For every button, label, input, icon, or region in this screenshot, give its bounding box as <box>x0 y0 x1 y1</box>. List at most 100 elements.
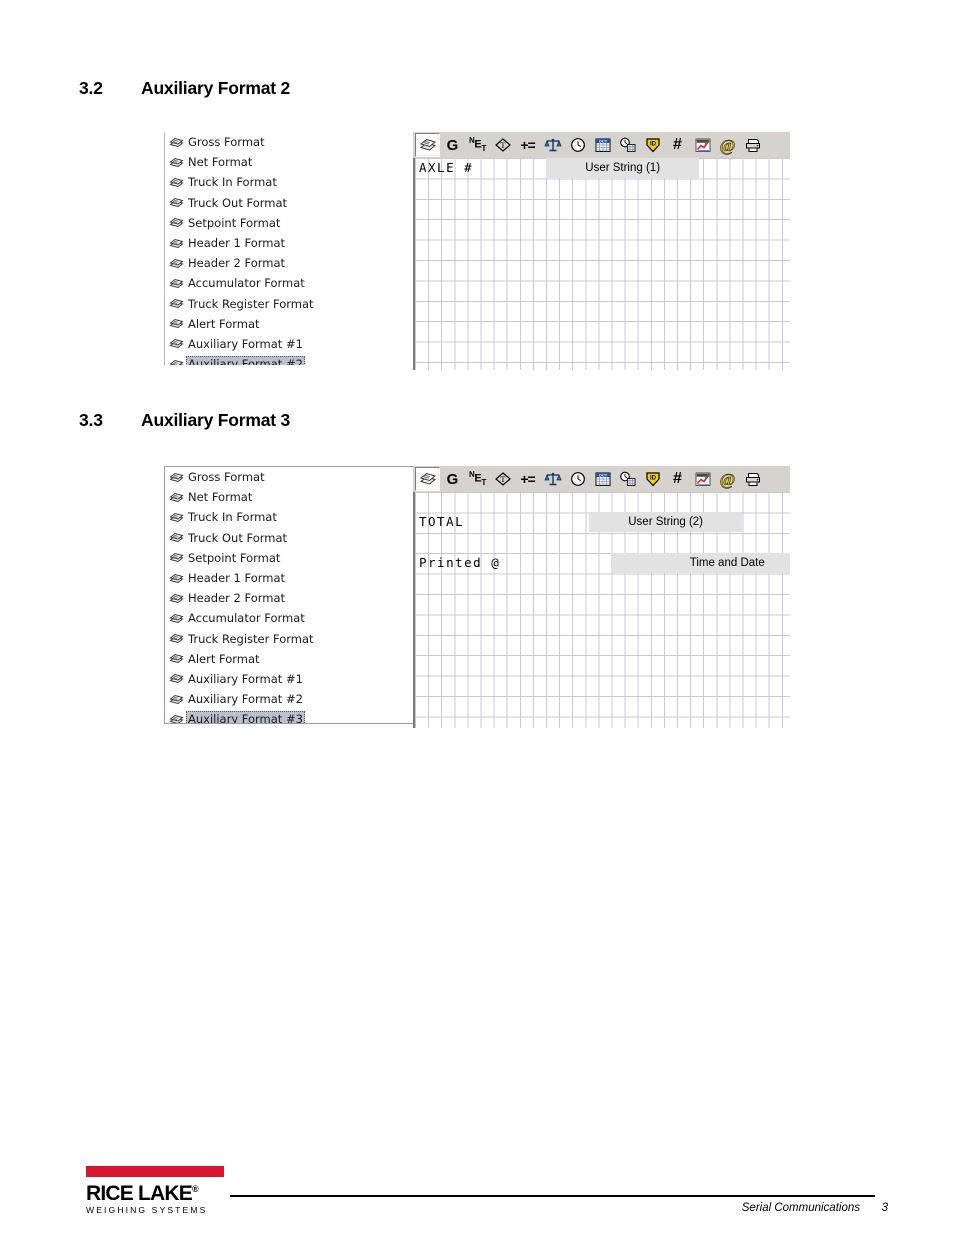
logo-brand-text: RICE LAKE <box>86 1182 193 1205</box>
format-pages-icon <box>169 196 184 209</box>
format-tree-item-label: Truck Out Format <box>188 530 288 545</box>
format-pages-icon <box>169 216 184 229</box>
date-icon[interactable]: OCT <box>590 133 615 157</box>
format-tree-item-label: Truck In Format <box>188 510 277 525</box>
print-icon[interactable] <box>740 467 765 491</box>
format-tree-item[interactable]: Alert Format <box>165 649 416 669</box>
net-weight-icon[interactable]: NET <box>465 133 490 157</box>
section-number: 3.2 <box>79 78 103 98</box>
format-tree-item-label: Accumulator Format <box>188 276 305 291</box>
format-tree-item[interactable]: Truck Out Format <box>165 528 416 548</box>
format-tree-item[interactable]: Header 2 Format <box>165 253 319 273</box>
chart-icon[interactable] <box>690 467 715 491</box>
format-tree-item[interactable]: Auxiliary Format #1 <box>165 334 319 354</box>
format-tree-item[interactable]: Truck In Format <box>165 507 416 527</box>
format-tree-item[interactable]: Auxiliary Format #3 <box>165 709 416 723</box>
pages-icon[interactable] <box>415 467 440 491</box>
scale-icon[interactable] <box>540 133 565 157</box>
format-tree-item[interactable]: Accumulator Format <box>165 608 416 628</box>
time-icon[interactable] <box>565 133 590 157</box>
section-number: 3.3 <box>79 410 103 430</box>
screenshot-auxiliary-format-2: Gross Format Net Format Truck In Format Tru… <box>164 132 790 370</box>
format-tree-item[interactable]: Setpoint Format <box>165 548 416 568</box>
consecutive-number-icon[interactable]: # <box>665 133 690 157</box>
print-icon[interactable] <box>740 133 765 157</box>
pages-icon[interactable] <box>415 133 440 157</box>
format-fixed-text[interactable]: Printed @ <box>415 553 500 573</box>
format-tree-item[interactable]: Auxiliary Format #2 <box>165 689 416 709</box>
gross-weight-icon[interactable]: G <box>440 467 465 491</box>
format-tree-item-label: Auxiliary Format #1 <box>188 671 303 686</box>
consecutive-number-icon[interactable]: # <box>665 467 690 491</box>
accumulate-icon[interactable]: += <box>515 133 540 157</box>
format-pages-icon <box>169 572 184 585</box>
format-tree-item[interactable]: Gross Format <box>165 132 319 152</box>
time-icon[interactable] <box>565 467 590 491</box>
id-badge-icon[interactable]: ID <box>640 133 665 157</box>
format-editor-toolbar-aux2[interactable]: G NET T += OCT ID # @ <box>413 132 790 158</box>
format-tree-item[interactable]: Truck In Format <box>165 172 319 192</box>
format-tree-item[interactable]: Header 2 Format <box>165 588 416 608</box>
format-fixed-text[interactable]: TOTAL <box>415 512 464 532</box>
page-footer: RICE LAKE® WEIGHING SYSTEMS Serial Commu… <box>0 1150 954 1220</box>
format-pages-icon <box>169 672 184 685</box>
format-tree-item[interactable]: Auxiliary Format #1 <box>165 669 416 689</box>
format-field-token[interactable]: User String (2) <box>589 512 743 533</box>
format-tree-item[interactable]: Net Format <box>165 152 319 172</box>
format-pages-icon <box>169 156 184 169</box>
format-tree-item-label: Gross Format <box>188 470 265 485</box>
id-badge-icon[interactable]: ID <box>640 467 665 491</box>
format-pages-icon <box>169 471 184 484</box>
user-string-icon[interactable]: @ <box>715 467 740 491</box>
time-and-date-icon[interactable] <box>615 133 640 157</box>
format-grid-row[interactable]: TOTAL User String (2) <box>415 512 743 533</box>
format-tree-item[interactable]: Setpoint Format <box>165 213 319 233</box>
format-grid-row[interactable]: Printed @ Time and Date <box>415 553 790 574</box>
format-editor-toolbar-aux3[interactable]: G NET T += OCT ID # @ <box>413 466 790 492</box>
format-tree-item[interactable]: Net Format <box>165 487 416 507</box>
format-field-token[interactable]: User String (1) <box>546 158 700 179</box>
format-tree-item-label: Header 2 Format <box>188 256 286 271</box>
format-grid-row[interactable]: AXLE # User String (1) <box>415 158 700 179</box>
format-tree-item[interactable]: Accumulator Format <box>165 273 319 293</box>
accumulate-icon[interactable]: += <box>515 467 540 491</box>
time-and-date-icon[interactable] <box>615 467 640 491</box>
format-pages-icon <box>169 713 184 723</box>
tare-weight-icon[interactable]: T <box>490 467 515 491</box>
format-grid-aux2[interactable]: AXLE # User String (1) <box>413 158 790 370</box>
section-title: Auxiliary Format 2 <box>141 78 291 98</box>
format-tree-item-label: Setpoint Format <box>188 215 281 230</box>
tare-weight-icon[interactable]: T <box>490 133 515 157</box>
format-fixed-text[interactable]: AXLE # <box>415 158 473 178</box>
format-grid-aux3[interactable]: TOTAL User String (2) Printed @ Time and Da… <box>413 492 790 728</box>
format-tree-item[interactable]: Truck Out Format <box>165 193 319 213</box>
scale-icon[interactable] <box>540 467 565 491</box>
format-tree-item-label: Truck Register Format <box>188 296 314 311</box>
format-pages-icon <box>169 337 184 350</box>
format-tree-item-label: Auxiliary Format #3 <box>186 711 305 723</box>
format-tree-item[interactable]: Alert Format <box>165 314 319 334</box>
format-tree-item[interactable]: Gross Format <box>165 467 416 487</box>
format-tree-item[interactable]: Auxiliary Format #2 <box>165 354 319 365</box>
format-field-token[interactable]: Time and Date <box>611 553 790 574</box>
svg-text:OCT: OCT <box>598 473 607 478</box>
net-weight-icon[interactable]: NET <box>465 467 490 491</box>
format-tree-item-label: Header 1 Format <box>188 571 286 586</box>
svg-text:ID: ID <box>650 142 657 148</box>
format-tree-item[interactable]: Header 1 Format <box>165 233 319 253</box>
format-pages-icon <box>169 551 184 564</box>
format-pages-icon <box>169 652 184 665</box>
format-tree-panel-aux3[interactable]: Gross Format Net Format Truck In Format Tru… <box>164 466 417 724</box>
gross-weight-icon[interactable]: G <box>440 133 465 157</box>
format-pages-icon <box>169 632 184 645</box>
svg-text:OCT: OCT <box>598 139 607 144</box>
format-tree-panel-aux2[interactable]: Gross Format Net Format Truck In Format Tru… <box>164 132 319 365</box>
format-tree-item-label: Auxiliary Format #2 <box>186 356 305 365</box>
chart-icon[interactable] <box>690 133 715 157</box>
format-tree-item[interactable]: Truck Register Format <box>165 629 416 649</box>
format-tree-item[interactable]: Truck Register Format <box>165 294 319 314</box>
user-string-icon[interactable]: @ <box>715 133 740 157</box>
format-tree-item[interactable]: Header 1 Format <box>165 568 416 588</box>
date-icon[interactable]: OCT <box>590 467 615 491</box>
format-tree-item-label: Truck Register Format <box>188 631 314 646</box>
